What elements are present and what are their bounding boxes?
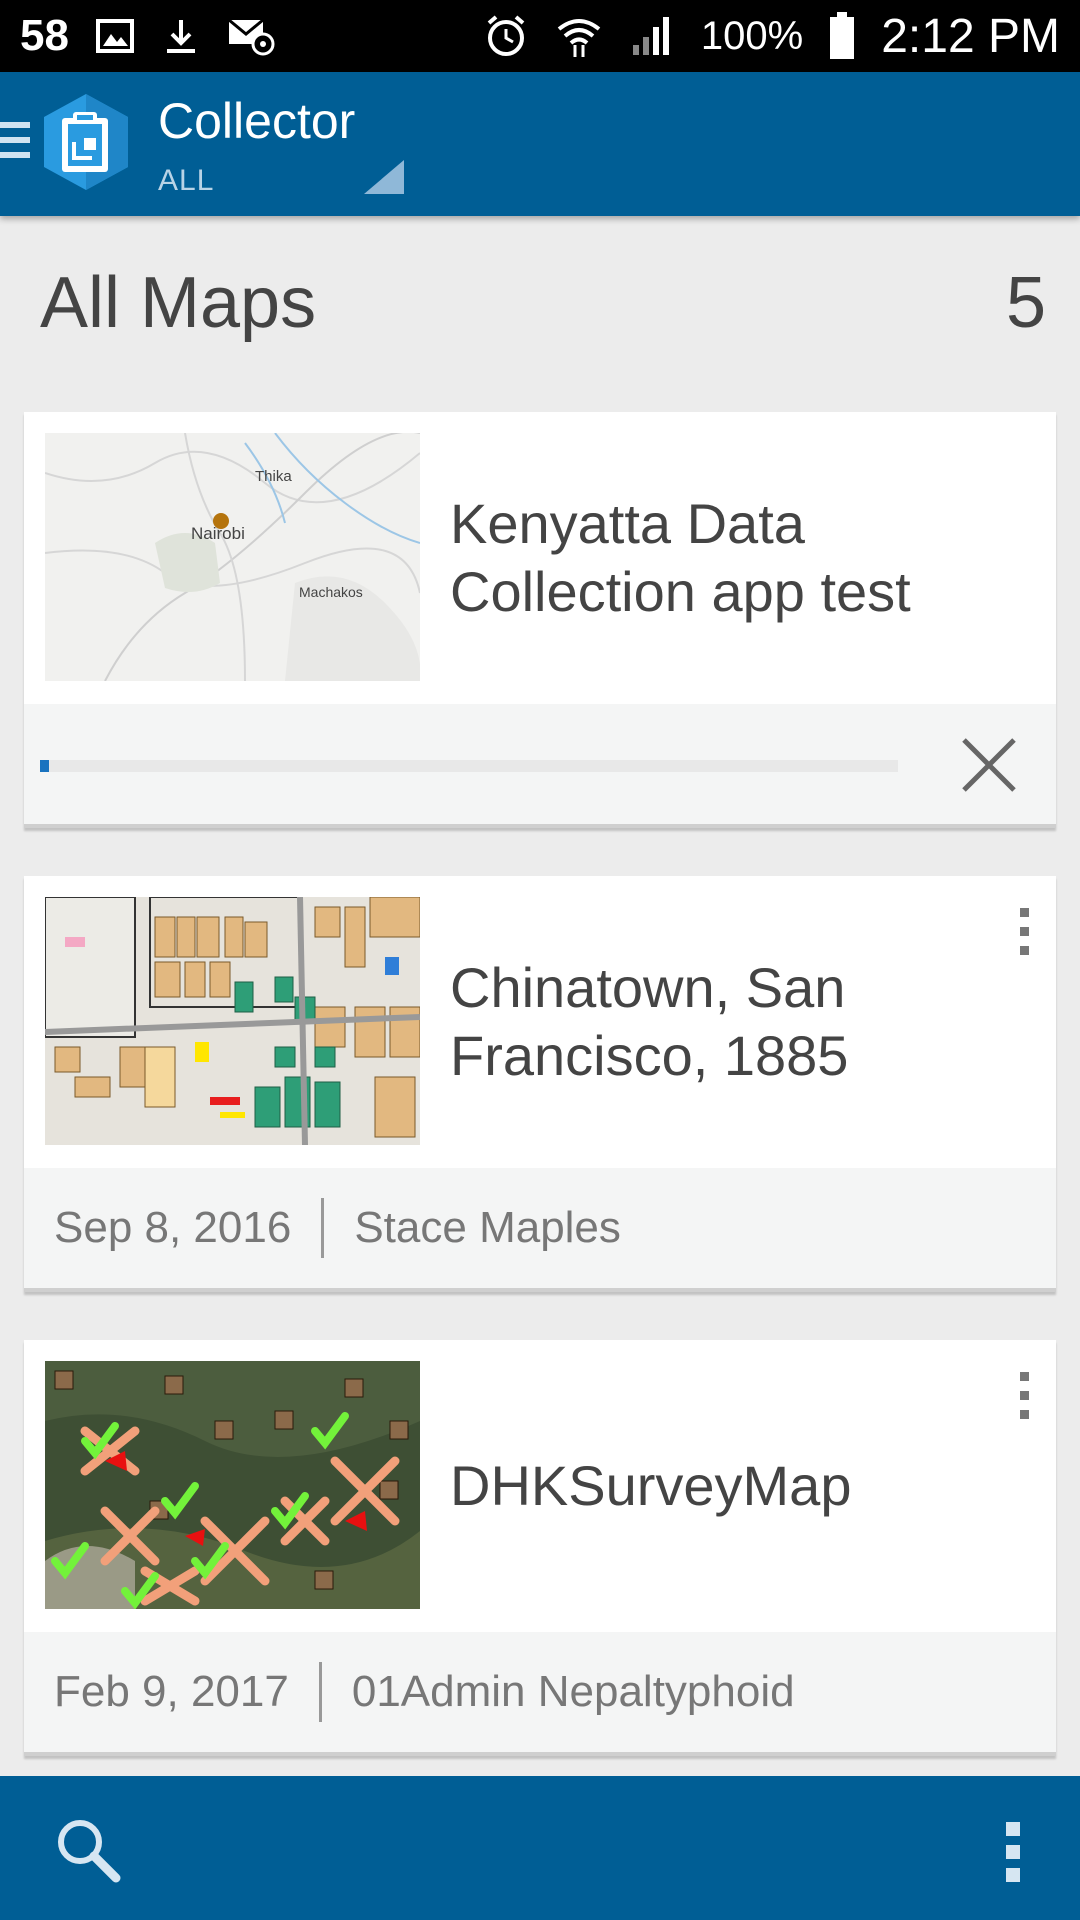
battery-icon [829,12,855,60]
close-icon [962,738,1016,792]
app-title: Collector [158,93,356,149]
status-bar: 58 100% 2:12 PM [0,0,1080,72]
map-meta-row: Sep 8, 2016 Stace Maples [24,1168,1056,1292]
map-card-header[interactable]: Chinatown, San Francisco, 1885 [24,876,1056,1168]
map-title[interactable]: Chinatown, San Francisco, 1885 [450,876,970,1168]
email-at-icon [227,16,275,56]
map-meta: Sep 8, 2016 Stace Maples [54,1168,621,1288]
cancel-download-button[interactable] [960,736,1018,794]
download-progress-fill [40,760,49,772]
signal-icon [629,13,675,59]
map-meta-row: Feb 9, 2017 01Admin Nepaltyphoid [24,1632,1056,1756]
map-owner: 01Admin Nepaltyphoid [351,1667,795,1716]
meta-divider [318,1662,322,1722]
collector-logo-icon[interactable] [40,92,132,197]
meta-divider [321,1198,325,1258]
map-filter-label[interactable]: ALL [158,164,214,198]
map-card-header[interactable]: DHKSurveyMap [24,1340,1056,1632]
map-thumbnail-survey[interactable] [45,1361,420,1609]
notification-count: 58 [20,11,69,60]
status-bar-left: 58 [20,11,275,61]
battery-percent: 100% [700,13,804,58]
map-count: 5 [1005,263,1046,343]
section-title: All Maps [40,263,317,343]
map-thumbnail-chinatown[interactable] [45,897,420,1145]
map-thumbnail-nairobi[interactable]: Thika Nairobi Machakos [45,433,420,681]
download-progress-row [24,704,1056,828]
card-overflow-menu-icon[interactable] [1014,908,1034,965]
map-label-machakos: Machakos [299,584,363,600]
clock: 2:12 PM [881,9,1060,63]
map-title[interactable]: Kenyatta Data Collection app test [450,412,970,704]
image-icon [95,16,135,56]
overflow-menu-icon[interactable] [1006,1822,1022,1891]
map-card-header[interactable]: Thika Nairobi Machakos Kenyatta Data Col… [24,412,1056,704]
map-date: Sep 8, 2016 [54,1203,292,1252]
map-label-nairobi: Nairobi [191,524,245,543]
map-card[interactable]: DHKSurveyMap Feb 9, 2017 01Admin Nepalty… [24,1340,1056,1756]
card-overflow-menu-icon[interactable] [1014,1372,1034,1429]
dropdown-triangle-icon[interactable] [364,160,404,199]
search-icon [58,1820,121,1883]
app-bar: Collector ALL [0,72,1080,216]
search-button[interactable] [52,1814,124,1891]
alarm-icon [483,13,529,59]
map-owner: Stace Maples [354,1203,621,1252]
download-progress-bar [40,760,898,772]
status-bar-right: 100% 2:12 PM [483,9,1060,64]
map-label-thika: Thika [255,468,292,485]
map-title[interactable]: DHKSurveyMap [450,1340,970,1632]
map-date: Feb 9, 2017 [54,1667,289,1716]
menu-icon[interactable] [0,122,30,167]
map-meta: Feb 9, 2017 01Admin Nepaltyphoid [54,1632,795,1752]
bottom-action-bar [0,1776,1080,1920]
map-card[interactable]: Chinatown, San Francisco, 1885 Sep 8, 20… [24,876,1056,1292]
download-icon [161,16,201,56]
wifi-icon [555,13,603,59]
map-card[interactable]: Thika Nairobi Machakos Kenyatta Data Col… [24,412,1056,828]
